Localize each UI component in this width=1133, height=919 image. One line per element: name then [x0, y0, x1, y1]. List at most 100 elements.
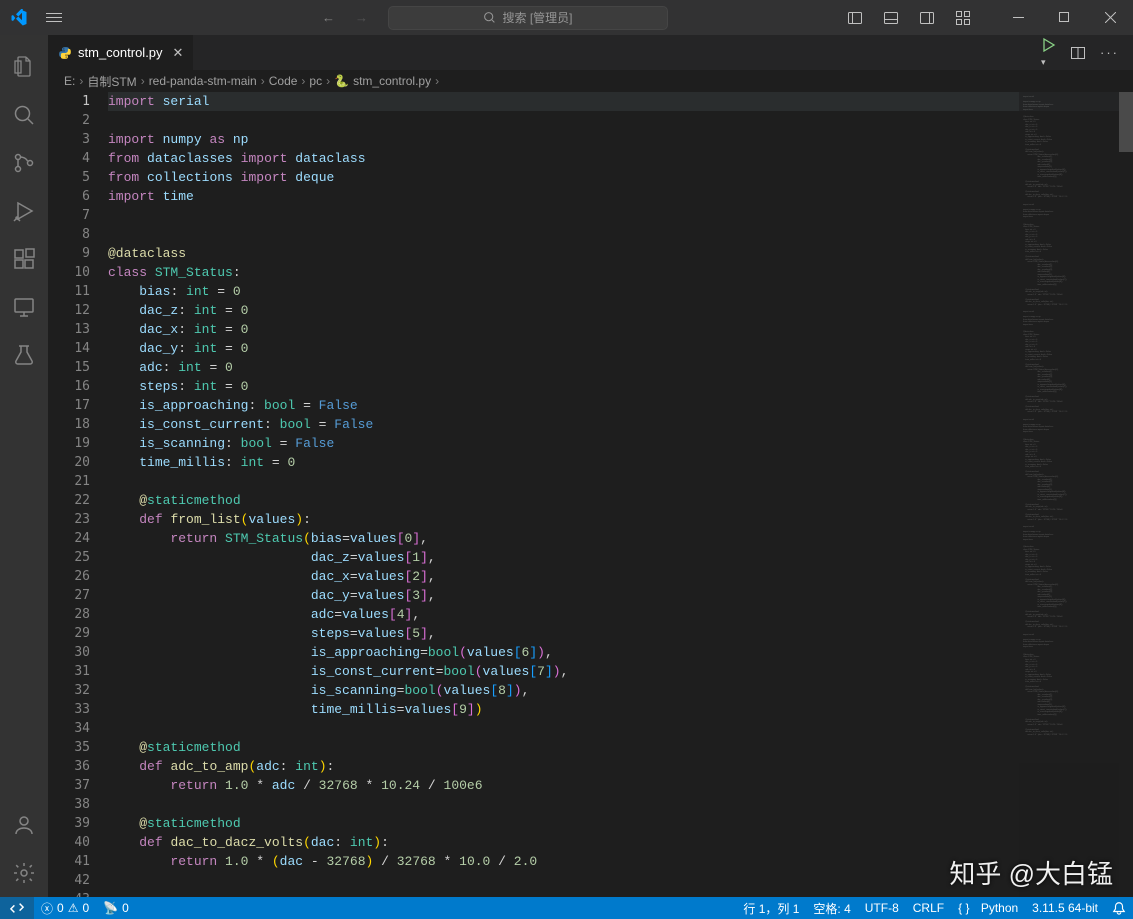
code-line[interactable]: bias: int = 0 [108, 282, 1133, 301]
code-line[interactable]: is_approaching=bool(values[6]), [108, 643, 1133, 662]
code-line[interactable] [108, 111, 1133, 130]
line-number: 38 [48, 795, 90, 814]
notifications-icon[interactable] [1105, 900, 1133, 917]
encoding[interactable]: UTF-8 [858, 900, 906, 917]
line-number: 11 [48, 282, 90, 301]
code-line[interactable]: import numpy as np [108, 130, 1133, 149]
language-mode[interactable]: { } Python [951, 900, 1025, 917]
line-number: 25 [48, 548, 90, 567]
code-line[interactable]: from dataclasses import dataclass [108, 149, 1133, 168]
code-line[interactable]: time_millis=values[9]) [108, 700, 1133, 719]
eol-indicator[interactable]: CRLF [906, 900, 951, 917]
settings-gear-icon[interactable] [0, 849, 48, 897]
python-interpreter[interactable]: 3.11.5 64-bit [1025, 900, 1105, 917]
run-button-icon[interactable]: ▾ [1040, 37, 1056, 68]
tab-stm-control[interactable]: stm_control.py ✕ [48, 35, 194, 70]
code-line[interactable] [108, 719, 1133, 738]
ports-indicator[interactable]: 📡0 [96, 901, 136, 915]
code-line[interactable]: is_const_current: bool = False [108, 415, 1133, 434]
breadcrumb-part[interactable]: Code [269, 74, 298, 88]
code-line[interactable] [108, 795, 1133, 814]
code-line[interactable]: dac_y: int = 0 [108, 339, 1133, 358]
search-activity-icon[interactable] [0, 91, 48, 139]
customize-layout-icon[interactable] [945, 1, 981, 35]
code-line[interactable]: return STM_Status(bias=values[0], [108, 529, 1133, 548]
code-line[interactable]: is_scanning=bool(values[8]), [108, 681, 1133, 700]
breadcrumb[interactable]: E:› 自制STM› red-panda-stm-main› Code› pc›… [48, 70, 1133, 92]
layout-right-icon[interactable] [909, 1, 945, 35]
code-line[interactable]: dac_z: int = 0 [108, 301, 1133, 320]
breadcrumb-part[interactable]: E: [64, 74, 75, 88]
breadcrumb-part[interactable]: stm_control.py [353, 74, 431, 88]
line-number: 27 [48, 586, 90, 605]
code-line[interactable]: dac_x=values[2], [108, 567, 1133, 586]
code-line[interactable]: import time [108, 187, 1133, 206]
accounts-icon[interactable] [0, 801, 48, 849]
extensions-icon[interactable] [0, 235, 48, 283]
code-line[interactable]: import serial [108, 92, 1133, 111]
code-line[interactable]: is_const_current=bool(values[7]), [108, 662, 1133, 681]
line-number: 41 [48, 852, 90, 871]
code-line[interactable]: @dataclass [108, 244, 1133, 263]
code-line[interactable]: class STM_Status: [108, 263, 1133, 282]
code-line[interactable]: dac_z=values[1], [108, 548, 1133, 567]
nav-back-icon[interactable]: ← [322, 10, 335, 25]
code-line[interactable] [108, 225, 1133, 244]
code-line[interactable]: adc: int = 0 [108, 358, 1133, 377]
scrollbar-thumb[interactable] [1119, 92, 1133, 152]
code-line[interactable]: @staticmethod [108, 491, 1133, 510]
code-line[interactable]: def dac_to_dacz_volts(dac: int): [108, 833, 1133, 852]
remote-indicator-icon[interactable] [0, 897, 34, 919]
explorer-icon[interactable] [0, 43, 48, 91]
testing-icon[interactable] [0, 331, 48, 379]
breadcrumb-part[interactable]: pc [309, 74, 322, 88]
code-line[interactable]: dac_x: int = 0 [108, 320, 1133, 339]
code-line[interactable]: def adc_to_amp(adc: int): [108, 757, 1133, 776]
split-editor-icon[interactable] [1070, 45, 1086, 61]
code-line[interactable]: return 1.0 * (dac - 32768) / 32768 * 10.… [108, 852, 1133, 871]
line-number: 15 [48, 358, 90, 377]
code-line[interactable] [108, 472, 1133, 491]
code-line[interactable]: steps: int = 0 [108, 377, 1133, 396]
breadcrumb-part[interactable]: red-panda-stm-main [149, 74, 257, 88]
cursor-position[interactable]: 行 1，列 1 [736, 900, 806, 917]
indentation[interactable]: 空格: 4 [806, 900, 857, 917]
source-control-icon[interactable] [0, 139, 48, 187]
code-line[interactable]: steps=values[5], [108, 624, 1133, 643]
line-number: 13 [48, 320, 90, 339]
command-center-search[interactable]: 搜索 [管理员] [388, 6, 668, 30]
code-line[interactable] [108, 890, 1133, 897]
code-line[interactable]: @staticmethod [108, 738, 1133, 757]
code-line[interactable]: def from_list(values): [108, 510, 1133, 529]
problems-indicator[interactable]: ⓧ0 ⚠0 [34, 900, 96, 917]
line-number: 2 [48, 111, 90, 130]
window-minimize-icon[interactable] [995, 0, 1041, 35]
code-editor[interactable]: 1234567891011121314151617181920212223242… [48, 92, 1133, 897]
code-content[interactable]: import serial import numpy as npfrom dat… [108, 92, 1133, 897]
code-line[interactable]: is_scanning: bool = False [108, 434, 1133, 453]
line-number: 24 [48, 529, 90, 548]
window-close-icon[interactable] [1087, 0, 1133, 35]
code-line[interactable]: from collections import deque [108, 168, 1133, 187]
code-line[interactable] [108, 871, 1133, 890]
code-line[interactable] [108, 206, 1133, 225]
code-line[interactable]: adc=values[4], [108, 605, 1133, 624]
code-line[interactable]: dac_y=values[3], [108, 586, 1133, 605]
title-bar: ← → 搜索 [管理员] [0, 0, 1133, 35]
minimap[interactable]: import serial import numpy as np from da… [1019, 92, 1119, 897]
window-maximize-icon[interactable] [1041, 0, 1087, 35]
tab-close-icon[interactable]: ✕ [173, 45, 184, 61]
code-line[interactable]: is_approaching: bool = False [108, 396, 1133, 415]
run-debug-icon[interactable] [0, 187, 48, 235]
code-line[interactable]: @staticmethod [108, 814, 1133, 833]
remote-explorer-icon[interactable] [0, 283, 48, 331]
hamburger-menu-icon[interactable] [46, 10, 62, 26]
more-actions-icon[interactable]: ··· [1100, 45, 1119, 60]
vertical-scrollbar[interactable] [1119, 92, 1133, 897]
layout-bottom-icon[interactable] [873, 1, 909, 35]
layout-left-icon[interactable] [837, 1, 873, 35]
nav-forward-icon[interactable]: → [355, 10, 368, 25]
breadcrumb-part[interactable]: 自制STM [87, 73, 136, 90]
code-line[interactable]: time_millis: int = 0 [108, 453, 1133, 472]
code-line[interactable]: return 1.0 * adc / 32768 * 10.24 / 100e6 [108, 776, 1133, 795]
